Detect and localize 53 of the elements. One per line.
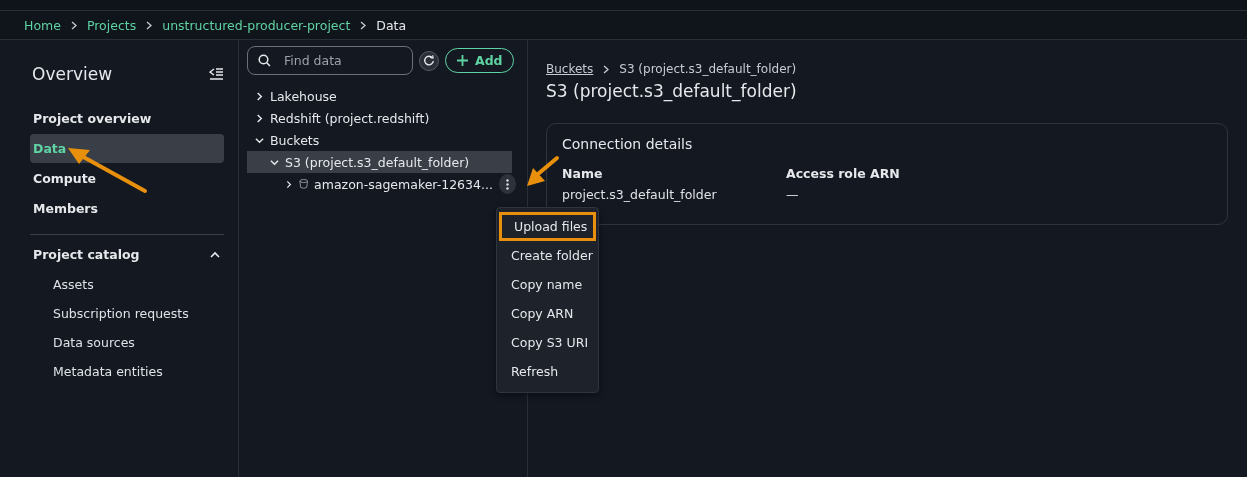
- nav-item[interactable]: Data: [30, 134, 224, 163]
- page-title: S3 (project.s3_default_folder): [546, 81, 798, 101]
- nav-item[interactable]: Project overview: [30, 104, 224, 133]
- breadcrumb-link[interactable]: Home: [24, 17, 61, 33]
- more-options-button[interactable]: [498, 174, 516, 194]
- breadcrumb-link[interactable]: Buckets: [546, 62, 594, 76]
- nav-item[interactable]: Subscription requests: [30, 299, 224, 328]
- menu-item[interactable]: Upload files: [499, 212, 596, 241]
- chevron-right-icon[interactable]: [285, 179, 293, 189]
- field-value: —: [786, 187, 800, 202]
- menu-item[interactable]: Copy ARN: [497, 299, 598, 328]
- menu-item[interactable]: Create folder: [497, 241, 598, 270]
- chevron-right-icon[interactable]: [255, 91, 264, 101]
- nav-item[interactable]: Metadata entities: [30, 357, 224, 386]
- annotation-arrow: [527, 156, 559, 186]
- chevron-down-icon[interactable]: [255, 135, 264, 145]
- field-value: project.s3_default_folder: [562, 187, 718, 202]
- chevron-right-icon[interactable]: [255, 113, 264, 123]
- plus-icon: [456, 54, 469, 67]
- search-field[interactable]: Find data: [247, 46, 413, 75]
- menu-item[interactable]: Refresh: [497, 357, 598, 386]
- breadcrumb-link[interactable]: unstructured-producer-project: [162, 17, 351, 33]
- nav-item[interactable]: Compute: [30, 164, 224, 193]
- tree-item[interactable]: Buckets: [247, 129, 512, 151]
- nav-item[interactable]: Members: [30, 194, 224, 223]
- field-label: Access role ARN: [786, 166, 901, 181]
- breadcrumb-chevron-icon: [360, 20, 367, 30]
- chevron-down-icon[interactable]: [270, 157, 279, 167]
- nav-item[interactable]: Data sources: [30, 328, 224, 357]
- tree-item[interactable]: amazon-sagemaker-12634...: [247, 173, 512, 195]
- tree-item[interactable]: Lakehouse: [247, 85, 512, 107]
- menu-item[interactable]: Copy name: [497, 270, 598, 299]
- search-icon: [258, 54, 271, 67]
- card-title: Connection details: [562, 136, 694, 152]
- bucket-icon: [298, 178, 309, 190]
- breadcrumb-link[interactable]: Projects: [86, 17, 137, 33]
- breadcrumb-current: Data: [376, 17, 407, 33]
- field-label: Name: [562, 166, 604, 181]
- refresh-icon: [423, 54, 435, 67]
- breadcrumb-chevron-icon: [146, 20, 153, 30]
- menu-item[interactable]: Copy S3 URI: [497, 328, 598, 357]
- collapse-sidebar-icon[interactable]: [209, 68, 224, 80]
- chevron-up-icon[interactable]: [210, 251, 220, 258]
- kebab-icon: [505, 178, 509, 190]
- nav-item[interactable]: Assets: [30, 270, 224, 299]
- breadcrumb-current: S3 (project.s3_default_folder): [619, 62, 797, 76]
- section-title: Project catalog: [33, 247, 140, 262]
- tree-item[interactable]: Redshift (project.redshift): [247, 107, 512, 129]
- sidebar-title: Overview: [32, 64, 113, 84]
- refresh-button[interactable]: [419, 50, 439, 71]
- tree-item[interactable]: S3 (project.s3_default_folder): [247, 151, 512, 173]
- breadcrumb-chevron-icon: [603, 64, 610, 74]
- breadcrumb-chevron-icon: [70, 20, 77, 30]
